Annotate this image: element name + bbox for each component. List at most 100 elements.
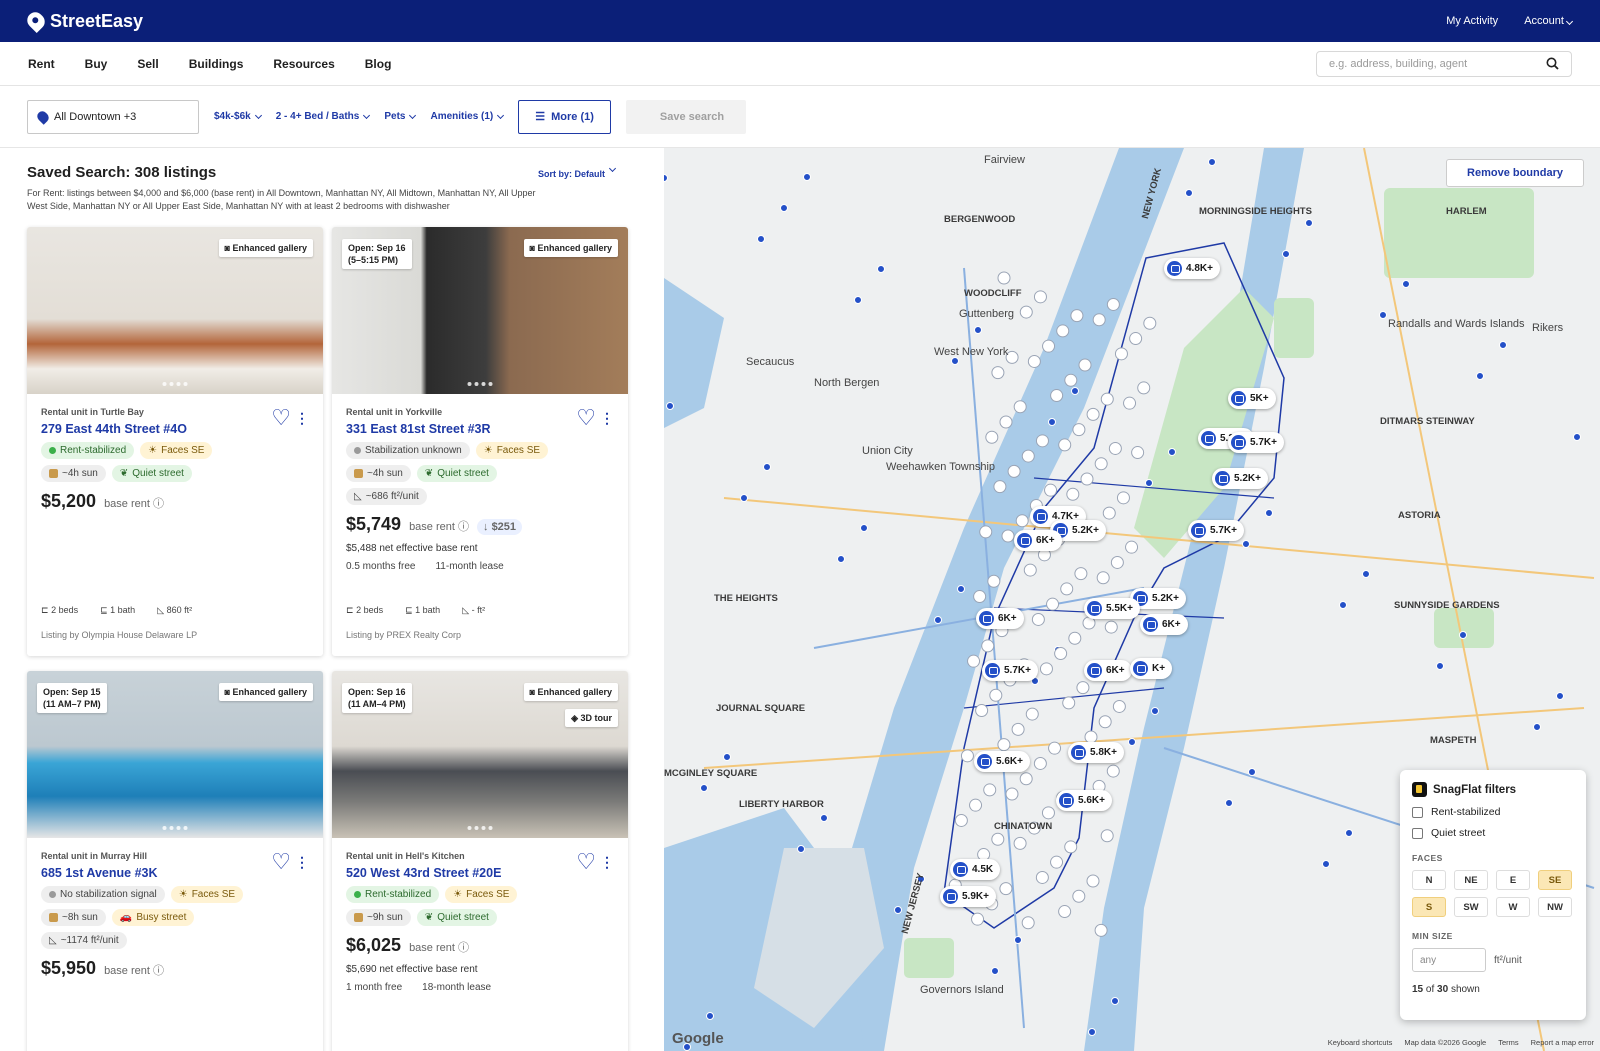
face-e-toggle[interactable]: E	[1496, 870, 1530, 890]
checkbox-box[interactable]	[1412, 806, 1423, 818]
price-pin[interactable]: 5.5K+	[1084, 598, 1140, 619]
nav-blog[interactable]: Blog	[365, 57, 392, 71]
nav-rent[interactable]: Rent	[28, 57, 55, 71]
sort-dropdown[interactable]: Sort by: Default	[538, 164, 617, 179]
price-pin-label: 5.9K+	[962, 891, 989, 902]
min-size-input[interactable]: any	[1412, 948, 1486, 972]
tag-badge: ☀ Faces SE	[445, 886, 518, 903]
heart-icon[interactable]: ♡	[271, 407, 291, 429]
nav-buy[interactable]: Buy	[85, 57, 108, 71]
price-pin[interactable]: 5.7K+	[982, 660, 1038, 681]
location-filter[interactable]: All Downtown +3	[27, 99, 199, 134]
face-w-toggle[interactable]: W	[1496, 897, 1530, 917]
map-panel[interactable]: Fairview BERGENWOOD WOODCLIFF Guttenberg Wes…	[664, 148, 1600, 1051]
face-ne-toggle[interactable]: NE	[1454, 870, 1488, 890]
price-pin[interactable]: K+	[1130, 658, 1173, 679]
photo-carousel-dots[interactable]	[162, 826, 188, 830]
checkbox-box[interactable]	[1412, 827, 1423, 839]
price-pin[interactable]: 5.2K+	[1212, 468, 1268, 489]
heart-icon[interactable]: ♡	[271, 851, 291, 873]
nav-buildings[interactable]: Buildings	[189, 57, 244, 71]
price-pin[interactable]: 4.8K+	[1164, 258, 1220, 279]
info-icon[interactable]: ⓘ	[153, 498, 164, 510]
camera-icon	[1033, 509, 1048, 524]
tour-label: 3D tour	[580, 713, 613, 723]
attribution-link[interactable]: Map data ©2026 Google	[1404, 1038, 1486, 1047]
amenities-filter[interactable]: Amenities (1)	[430, 111, 505, 122]
sun-icon: ☀	[148, 445, 158, 456]
attribution-link[interactable]: Report a map error	[1531, 1038, 1594, 1047]
listing-card[interactable]: ◙ Enhanced gallery ♡ ⋮ Rental unit in Turtl…	[27, 227, 323, 656]
listing-marker	[1064, 840, 1078, 854]
save-search-button[interactable]: Save search	[625, 99, 747, 134]
transit-stop-dot	[1151, 707, 1159, 715]
more-options-icon[interactable]: ⋮	[600, 410, 614, 427]
remove-boundary-button[interactable]: Remove boundary	[1446, 159, 1584, 187]
listing-photo[interactable]: Open: Sep 16 (11 AM–4 PM) ◙ Enhanced gall…	[332, 671, 628, 838]
rent-stabilized-checkbox[interactable]: Rent-stabilized	[1412, 806, 1574, 818]
listing-marker	[1086, 407, 1100, 421]
price-pin[interactable]: 5.7K+	[1228, 432, 1284, 453]
tag-label: ~9h sun	[367, 912, 403, 923]
price-pin[interactable]: 5.7K+	[1188, 520, 1244, 541]
photo-carousel-dots[interactable]	[467, 826, 493, 830]
price-pin[interactable]: 5.6K+	[1056, 790, 1112, 811]
listing-marker	[1005, 787, 1019, 801]
attribution-link[interactable]: Terms	[1498, 1038, 1518, 1047]
map-label: Governors Island	[920, 984, 1004, 996]
info-icon[interactable]: ⓘ	[153, 965, 164, 977]
listing-marker	[1044, 483, 1058, 497]
global-search[interactable]	[1316, 50, 1572, 77]
account-menu[interactable]: Account	[1524, 15, 1574, 27]
face-sw-toggle[interactable]: SW	[1454, 897, 1488, 917]
listing-photo[interactable]: Open: Sep 15 (11 AM–7 PM) ◙ Enhanced gall…	[27, 671, 323, 838]
more-options-icon[interactable]: ⋮	[600, 854, 614, 871]
photo-carousel-dots[interactable]	[162, 382, 188, 386]
price-pin[interactable]: 6K+	[976, 608, 1024, 629]
price-pin[interactable]: 5.8K+	[1068, 742, 1124, 763]
beds-baths-filter[interactable]: 2 - 4+ Bed / Baths	[276, 111, 371, 122]
heart-icon[interactable]: ♡	[576, 407, 596, 429]
listing-address[interactable]: 685 1st Avenue #3K	[41, 866, 309, 880]
map-label: Fairview	[984, 154, 1025, 166]
face-se-toggle[interactable]: SE	[1538, 870, 1572, 890]
face-n-toggle[interactable]: N	[1412, 870, 1446, 890]
listing-marker	[1019, 772, 1033, 786]
pets-filter[interactable]: Pets	[384, 111, 417, 122]
price-pin[interactable]: 6K+	[1140, 614, 1188, 635]
net-effective-rent: $5,690 net effective base rent	[346, 964, 478, 975]
search-input[interactable]	[1329, 57, 1546, 70]
listing-card[interactable]: Open: Sep 16 (5–5:15 PM) ◙ Enhanced galle…	[332, 227, 628, 656]
more-options-icon[interactable]: ⋮	[295, 410, 309, 427]
listing-photo[interactable]: Open: Sep 16 (5–5:15 PM) ◙ Enhanced galle…	[332, 227, 628, 394]
price-pin[interactable]: 4.5K	[950, 859, 1001, 880]
info-icon[interactable]: ⓘ	[458, 521, 469, 533]
price-pin[interactable]: 5.6K+	[974, 751, 1030, 772]
listing-card[interactable]: Open: Sep 15 (11 AM–7 PM) ◙ Enhanced gall…	[27, 671, 323, 1051]
price-pin[interactable]: 5K+	[1228, 388, 1276, 409]
listing-card[interactable]: Open: Sep 16 (11 AM–4 PM) ◙ Enhanced gall…	[332, 671, 628, 1051]
face-s-toggle[interactable]: S	[1412, 897, 1446, 917]
price-pin-label: 5.5K+	[1106, 603, 1133, 614]
search-icon[interactable]	[1546, 57, 1559, 70]
more-options-icon[interactable]: ⋮	[295, 854, 309, 871]
attribution-link[interactable]: Keyboard shortcuts	[1328, 1038, 1393, 1047]
nav-sell[interactable]: Sell	[137, 57, 158, 71]
more-filters-button[interactable]: ☰ More (1)	[518, 99, 611, 134]
listing-photo[interactable]: ◙ Enhanced gallery	[27, 227, 323, 394]
price-pin[interactable]: 6K+	[1084, 660, 1132, 681]
price-filter[interactable]: $4k-$6k	[214, 111, 262, 122]
nav-resources[interactable]: Resources	[273, 57, 334, 71]
streeteasy-logo[interactable]: StreetEasy	[23, 8, 143, 34]
my-activity-link[interactable]: My Activity	[1446, 15, 1498, 27]
listing-address[interactable]: 279 East 44th Street #4O	[41, 422, 309, 436]
info-icon[interactable]: ⓘ	[458, 942, 469, 954]
heart-icon[interactable]: ♡	[576, 851, 596, 873]
photo-carousel-dots[interactable]	[467, 382, 493, 386]
price-pin[interactable]: 5.9K+	[940, 886, 996, 907]
listing-address[interactable]: 520 West 43rd Street #20E	[346, 866, 614, 880]
listing-address[interactable]: 331 East 81st Street #3R	[346, 422, 614, 436]
face-nw-toggle[interactable]: NW	[1538, 897, 1572, 917]
price-pin[interactable]: 6K+	[1014, 530, 1062, 551]
quiet-street-checkbox[interactable]: Quiet street	[1412, 827, 1574, 839]
